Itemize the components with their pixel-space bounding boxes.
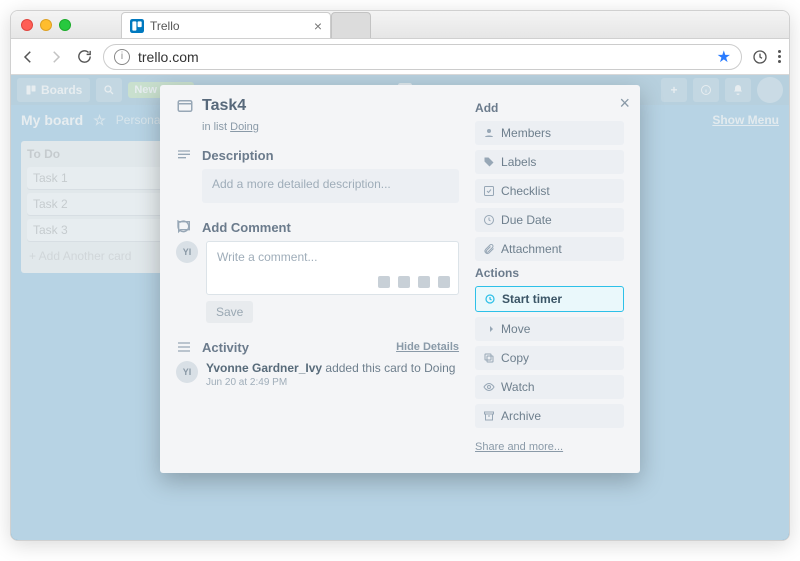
browser-menu-button[interactable] bbox=[778, 50, 781, 63]
site-info-icon[interactable]: i bbox=[114, 49, 130, 65]
close-tab-button[interactable]: × bbox=[314, 18, 322, 34]
checklist-icon bbox=[483, 185, 495, 197]
comment-icon bbox=[176, 219, 194, 235]
url-text: trello.com bbox=[138, 49, 709, 65]
comment-placeholder: Write a comment... bbox=[217, 250, 317, 264]
description-heading: Description bbox=[202, 148, 274, 163]
browser-tab-active[interactable]: Trello × bbox=[121, 12, 331, 38]
copy-icon bbox=[483, 352, 495, 364]
activity-item: YI Yvonne Gardner_Ivy added this card to… bbox=[176, 361, 459, 388]
card-icon bbox=[176, 97, 194, 115]
move-button[interactable]: Move bbox=[475, 317, 624, 341]
close-icon[interactable]: × bbox=[619, 93, 630, 114]
checklist-button[interactable]: Checklist bbox=[475, 179, 624, 203]
description-input[interactable]: Add a more detailed description... bbox=[202, 169, 459, 203]
back-button[interactable] bbox=[19, 48, 37, 66]
save-comment-button[interactable]: Save bbox=[206, 301, 253, 323]
members-button[interactable]: Members bbox=[475, 121, 624, 145]
modal-main: Task4 in list Doing Description Add a mo… bbox=[176, 97, 459, 455]
activity-text: Yvonne Gardner_Ivy added this card to Do… bbox=[206, 361, 455, 375]
activity-date: Jun 20 at 2:49 PM bbox=[206, 377, 455, 388]
browser-toolbar: i trello.com ★ bbox=[11, 39, 789, 75]
share-more-link[interactable]: Share and more... bbox=[475, 441, 563, 453]
archive-icon bbox=[483, 410, 495, 422]
in-list-label: in list Doing bbox=[202, 121, 459, 133]
trello-favicon bbox=[130, 19, 144, 33]
activity-section: Activity Hide Details YI Yvonne Gardner_… bbox=[176, 339, 459, 388]
comment-input[interactable]: Write a comment... bbox=[206, 241, 459, 295]
modal-sidebar: Add Members Labels Checklist Due Date bbox=[475, 97, 624, 455]
window-titlebar: Trello × bbox=[11, 11, 789, 39]
mention-tool-icon[interactable] bbox=[398, 276, 410, 288]
members-icon bbox=[483, 127, 495, 139]
nav-controls bbox=[19, 48, 93, 66]
description-icon bbox=[176, 147, 194, 163]
actions-heading: Actions bbox=[475, 266, 624, 280]
activity-action: added this card to Doing bbox=[322, 361, 455, 375]
toolbar-right bbox=[752, 49, 781, 65]
attach-tool-icon[interactable] bbox=[378, 276, 390, 288]
bookmark-star-icon[interactable]: ★ bbox=[717, 47, 731, 67]
labels-button[interactable]: Labels bbox=[475, 150, 624, 174]
add-comment-section: Add Comment YI Write a comment... bbox=[176, 219, 459, 323]
forward-button[interactable] bbox=[47, 48, 65, 66]
traffic-lights bbox=[21, 19, 71, 31]
attachment-icon bbox=[483, 243, 495, 255]
clockify-extension-icon[interactable] bbox=[752, 49, 768, 65]
hide-details-link[interactable]: Hide Details bbox=[396, 341, 459, 353]
comment-tools bbox=[378, 276, 450, 288]
emoji-tool-icon[interactable] bbox=[418, 276, 430, 288]
description-section: Description Add a more detailed descript… bbox=[176, 147, 459, 203]
browser-window: Trello × i trello.com ★ bbox=[10, 10, 790, 541]
avatar: YI bbox=[176, 361, 198, 383]
card-modal: × Task4 in list Doing bbox=[160, 85, 640, 473]
new-tab-button[interactable] bbox=[331, 12, 371, 38]
move-icon bbox=[483, 323, 495, 335]
in-list-link[interactable]: Doing bbox=[230, 121, 259, 133]
card-title[interactable]: Task4 bbox=[202, 97, 246, 115]
attachment-button[interactable]: Attachment bbox=[475, 237, 624, 261]
clock-icon bbox=[483, 214, 495, 226]
copy-button[interactable]: Copy bbox=[475, 346, 624, 370]
start-timer-button[interactable]: Start timer bbox=[475, 286, 624, 312]
maximize-window-button[interactable] bbox=[59, 19, 71, 31]
watch-button[interactable]: Watch bbox=[475, 375, 624, 399]
tab-title: Trello bbox=[150, 19, 308, 33]
eye-icon bbox=[483, 381, 495, 393]
due-date-button[interactable]: Due Date bbox=[475, 208, 624, 232]
activity-heading: Activity bbox=[202, 340, 249, 355]
trello-page: Boards New stuff! Trello + My bbox=[11, 75, 789, 540]
browser-tabs: Trello × bbox=[121, 11, 371, 38]
activity-author[interactable]: Yvonne Gardner_Ivy bbox=[206, 361, 322, 375]
close-window-button[interactable] bbox=[21, 19, 33, 31]
reload-button[interactable] bbox=[75, 48, 93, 66]
avatar: YI bbox=[176, 241, 198, 263]
add-comment-heading: Add Comment bbox=[202, 220, 291, 235]
card-tool-icon[interactable] bbox=[438, 276, 450, 288]
archive-button[interactable]: Archive bbox=[475, 404, 624, 428]
minimize-window-button[interactable] bbox=[40, 19, 52, 31]
activity-icon bbox=[176, 339, 194, 355]
add-heading: Add bbox=[475, 101, 624, 115]
labels-icon bbox=[483, 156, 495, 168]
address-bar[interactable]: i trello.com ★ bbox=[103, 44, 742, 70]
clockify-icon bbox=[484, 293, 496, 305]
